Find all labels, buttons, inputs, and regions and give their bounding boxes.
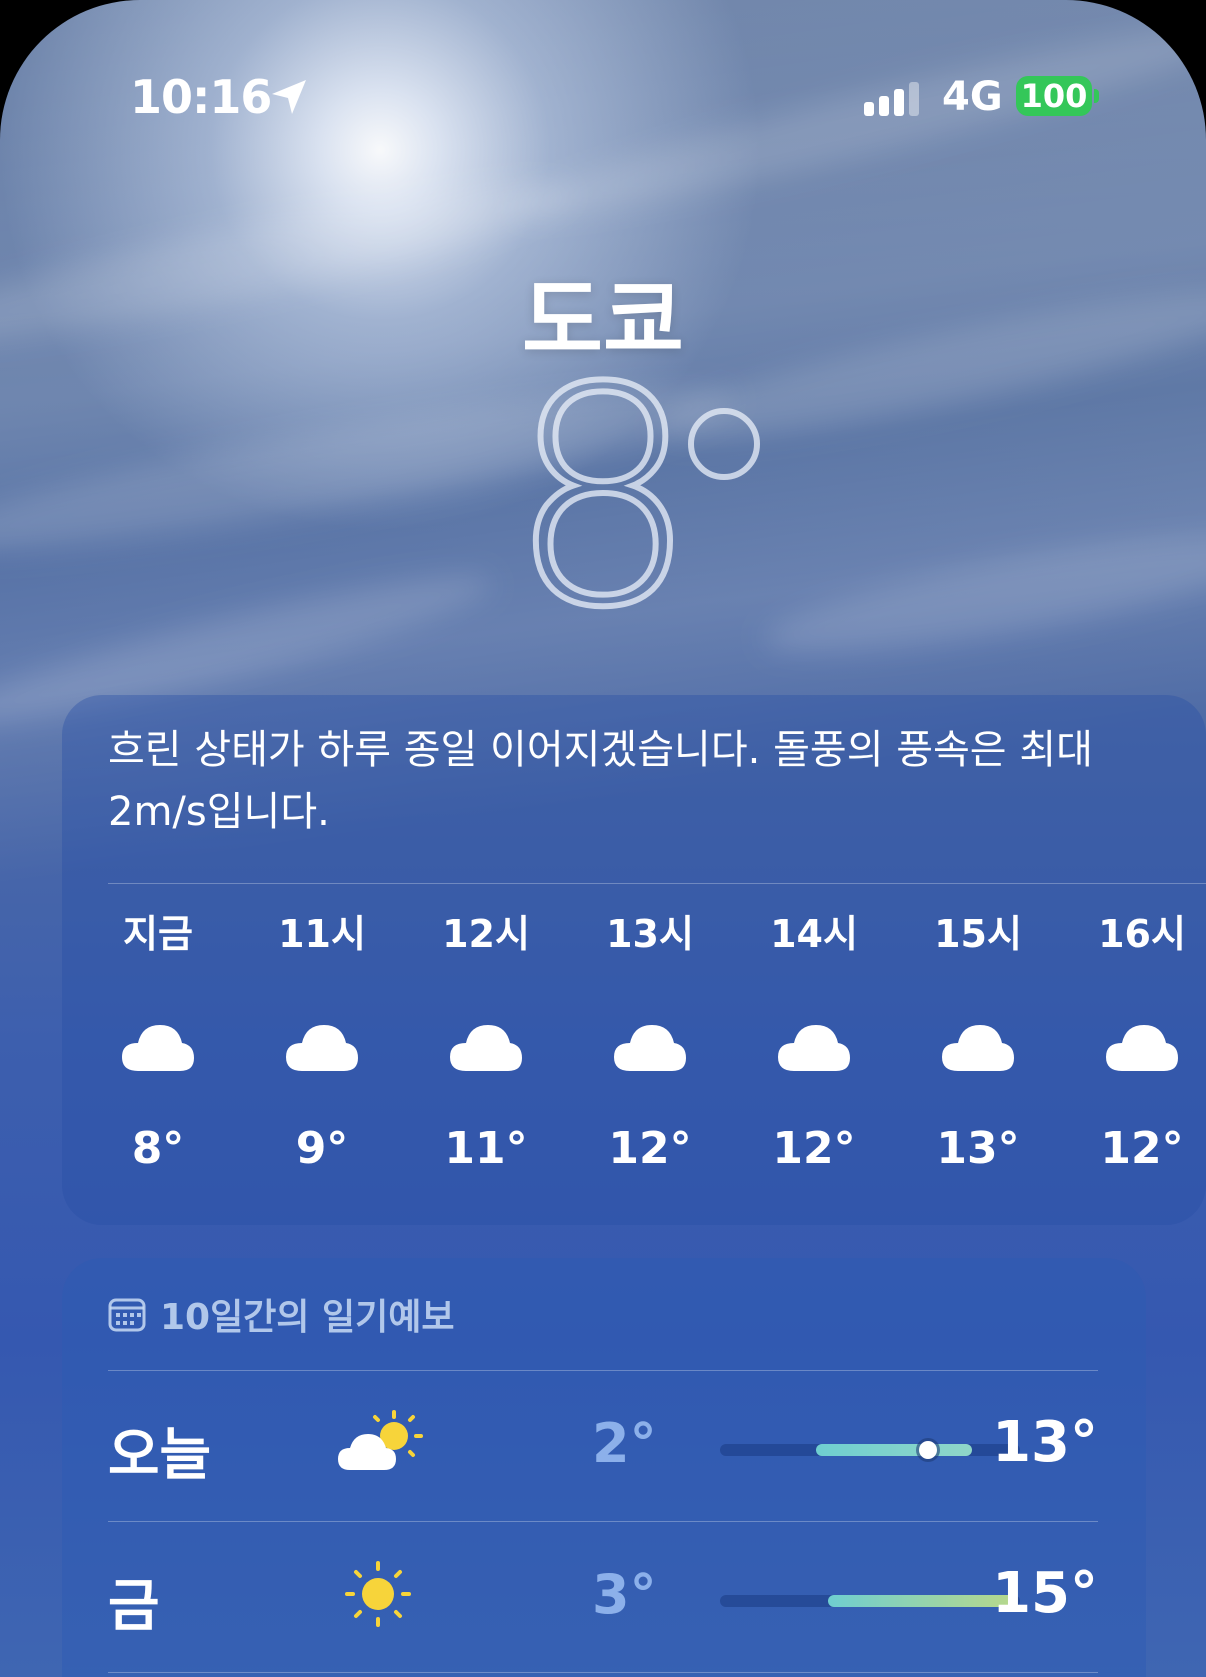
hour-label: 12시 — [442, 912, 530, 956]
cloud-icon — [122, 1025, 194, 1071]
hour-item: 15시 13° — [928, 895, 1028, 1174]
hour-temp: 13° — [936, 1123, 1020, 1174]
svg-text:8: 8 — [513, 370, 693, 620]
network-type: 4G — [942, 74, 1003, 120]
cloud-icon — [614, 1025, 686, 1071]
cloud-icon — [778, 1025, 850, 1071]
city-name: 도쿄 — [522, 269, 684, 372]
cloud-streak — [757, 515, 1206, 675]
card-divider — [108, 883, 1206, 884]
hour-label: 11시 — [278, 912, 366, 956]
weather-screen: 10:16 4G 100 도쿄 8 흐린 상태가 하루 종일 이어지겠습니다. … — [0, 0, 1206, 1677]
forecast-low: 3° — [592, 1563, 657, 1626]
cloud-icon — [286, 1025, 358, 1071]
hour-label: 지금 — [123, 912, 193, 956]
forecast-high: 15° — [992, 1561, 1098, 1626]
hour-item: 12시 11° — [436, 895, 536, 1174]
degree-symbol — [688, 408, 760, 480]
cloud-icon — [1106, 1025, 1178, 1071]
temperature-range-fill — [828, 1595, 1017, 1607]
hour-temp: 12° — [1100, 1123, 1184, 1174]
hour-temp: 8° — [131, 1123, 185, 1174]
battery-tip — [1094, 89, 1099, 103]
card-divider — [108, 1370, 1098, 1371]
hourly-forecast-card[interactable]: 흐린 상태가 하루 종일 이어지겠습니다. 돌풍의 풍속은 최대 2m/s입니다… — [62, 695, 1206, 1225]
row-divider — [108, 1521, 1098, 1522]
partly-cloudy-icon — [338, 1410, 423, 1470]
current-temperature: 8 — [513, 370, 693, 620]
hourly-scroll[interactable]: 지금 8° 11시 9° 12시 11° 13시 12° 14시 12° 15시… — [108, 895, 1206, 1215]
hour-item: 13시 12° — [600, 895, 700, 1174]
forecast-row-fri[interactable]: 금 3° 15° — [108, 1523, 1098, 1673]
forecast-high: 13° — [992, 1410, 1098, 1475]
hour-temp: 12° — [772, 1123, 856, 1174]
forecast-day: 오늘 — [108, 1423, 212, 1488]
forecast-day: 금 — [108, 1574, 160, 1639]
hour-temp: 9° — [295, 1123, 349, 1174]
temperature-range-fill — [816, 1444, 972, 1456]
hour-item: 14시 12° — [764, 895, 864, 1174]
hour-label: 16시 — [1098, 912, 1186, 956]
current-temp-marker — [919, 1441, 937, 1459]
temperature-range-bar — [720, 1441, 1020, 1459]
hour-item: 16시 12° — [1092, 895, 1192, 1174]
temperature-range-bar — [720, 1595, 1020, 1607]
hour-label: 15시 — [934, 912, 1022, 956]
hour-temp: 12° — [608, 1123, 692, 1174]
cloud-icon — [942, 1025, 1014, 1071]
hour-item: 지금 8° — [108, 895, 208, 1174]
sun-icon — [345, 1561, 411, 1627]
location-arrow-icon — [272, 80, 306, 114]
hour-temp: 11° — [444, 1123, 528, 1174]
forecast-low: 2° — [592, 1412, 657, 1475]
calendar-icon — [108, 1298, 146, 1332]
status-bar: 10:16 4G 100 — [0, 70, 1206, 130]
hour-item: 11시 9° — [272, 895, 372, 1174]
forecast-row-today[interactable]: 오늘 2° 13° — [108, 1372, 1098, 1522]
hour-label: 14시 — [770, 912, 858, 956]
row-divider — [108, 1672, 1098, 1673]
forecast-header-label: 10일간의 일기예보 — [160, 1297, 455, 1338]
hour-label: 13시 — [606, 912, 694, 956]
battery-icon: 100 — [1016, 76, 1092, 116]
cloud-icon — [450, 1025, 522, 1071]
ten-day-forecast-card[interactable]: 10일간의 일기예보 오늘 2° 13° 금 3° 15° — [62, 1258, 1146, 1677]
forecast-header: 10일간의 일기예보 — [108, 1288, 454, 1338]
signal-strength-icon — [864, 82, 919, 116]
status-time: 10:16 — [130, 70, 272, 124]
weather-summary: 흐린 상태가 하루 종일 이어지겠습니다. 돌풍의 풍속은 최대 2m/s입니다… — [108, 727, 1093, 835]
